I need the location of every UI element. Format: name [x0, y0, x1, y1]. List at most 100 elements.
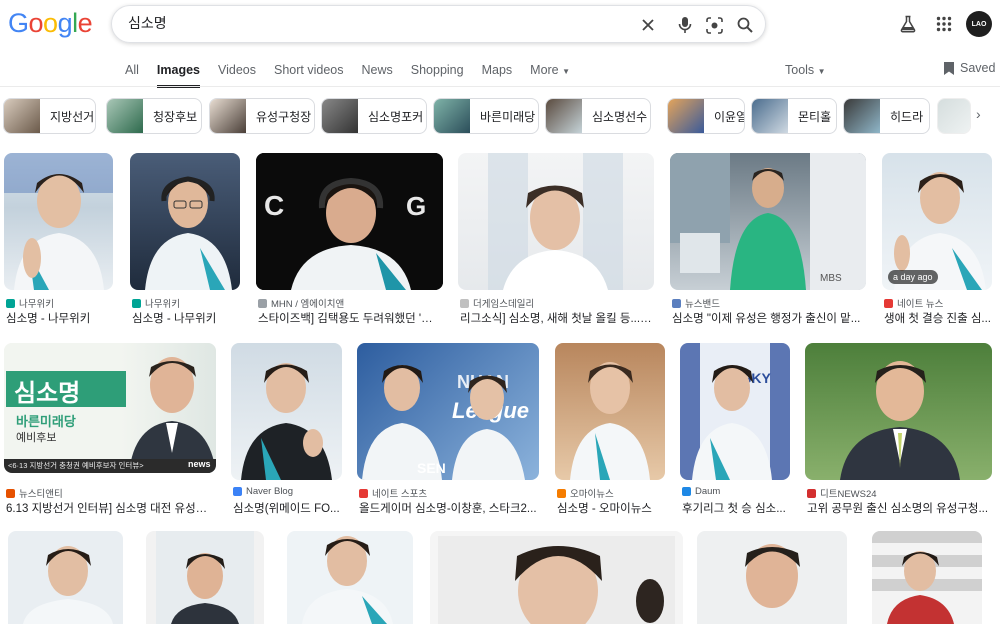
image-title[interactable]: 6.13 지방선거 인터뷰] 심소명 대전 유성구... [6, 500, 214, 516]
image-result[interactable]: a day ago [882, 153, 992, 290]
image-title[interactable]: 스타이즈백] 김택용도 두려워했던 '맹 ... [258, 310, 441, 326]
search-icon[interactable] [736, 16, 754, 34]
image-title[interactable]: 심소명 "이제 유성은 행정가 출신이 맡... [672, 310, 864, 326]
source-label: 뉴스밴드 [685, 299, 720, 310]
source-label: 나무위키 [19, 299, 54, 310]
poster-name: 심소명 [14, 380, 81, 407]
tab-short-videos[interactable]: Short videos [274, 61, 343, 88]
image-result[interactable]: CG [256, 153, 443, 290]
image-source[interactable]: 나무위키 [6, 296, 111, 310]
image-result[interactable] [458, 153, 654, 290]
tools-label: Tools [785, 63, 815, 77]
chip-7[interactable]: 이윤열 [667, 98, 745, 134]
account-avatar[interactable]: LAO [966, 11, 992, 37]
chip-4[interactable]: 심소명포커 [321, 98, 427, 134]
logo-letter: G [8, 8, 29, 38]
chip-6[interactable]: 심소명선수 [545, 98, 651, 134]
chip-partial[interactable] [937, 98, 971, 134]
svg-text:SEN: SEN [417, 460, 446, 476]
image-source[interactable]: Naver Blog [233, 486, 341, 497]
chip-thumb [4, 99, 40, 133]
tab-maps[interactable]: Maps [482, 61, 513, 88]
mic-icon[interactable] [676, 16, 694, 34]
tab-all[interactable]: All [125, 61, 139, 88]
svg-text:G: G [406, 191, 426, 221]
chip-3[interactable]: 유성구청장 [209, 98, 315, 134]
image-result[interactable] [146, 531, 264, 624]
chip-label: 청장후보 [153, 109, 198, 124]
image-result[interactable] [130, 153, 240, 290]
clear-icon[interactable] [639, 16, 657, 34]
image-source[interactable]: Daum [682, 486, 790, 497]
tab-more-label: More [530, 63, 559, 77]
tab-shopping[interactable]: Shopping [411, 61, 464, 88]
tab-images[interactable]: Images [156, 61, 200, 88]
image-title[interactable]: 심소명 - 나무위키 [6, 310, 111, 326]
image-title[interactable]: 후기리그 첫 승 심소... [682, 500, 790, 516]
image-result[interactable] [555, 343, 665, 480]
apps-grid-icon[interactable] [932, 12, 956, 36]
image-source[interactable]: MHN / 엠에이치앤 [258, 296, 441, 310]
image-result[interactable]: NHANLeagueSEN [357, 343, 539, 480]
image-source[interactable]: 더게임스데일리 [460, 296, 652, 310]
time-badge: a day ago [888, 270, 938, 284]
tools-button[interactable]: Tools ▼ [785, 63, 826, 77]
image-source[interactable]: 뉴스밴드 [672, 296, 864, 310]
image-source[interactable]: 오마이뉴스 [557, 486, 665, 500]
image-result[interactable] [231, 343, 342, 480]
svg-text:C: C [264, 190, 284, 221]
tab-more[interactable]: More ▼ [530, 61, 570, 88]
saved-button[interactable]: Saved [944, 61, 995, 75]
source-label: 네이트 뉴스 [897, 299, 944, 310]
image-result[interactable] [4, 153, 113, 290]
chip-8[interactable]: 몬티홀 [751, 98, 837, 134]
image-source[interactable]: 네이트 뉴스 [884, 296, 994, 310]
chip-9[interactable]: 히드라 [843, 98, 930, 134]
favicon-icon [132, 298, 141, 308]
svg-text:MBS: MBS [820, 273, 842, 284]
caret-down-icon: ▼ [817, 67, 826, 76]
image-title[interactable]: 심소명 - 오마이뉴스 [557, 500, 665, 516]
image-source[interactable]: 디트NEWS24 [807, 486, 992, 500]
image-title[interactable]: 생애 첫 결승 진출 심... [884, 310, 994, 326]
tab-videos[interactable]: Videos [218, 61, 256, 88]
search-input[interactable] [126, 14, 610, 32]
image-title[interactable]: 고위 공무원 출신 심소명의 유성구청... [807, 500, 992, 516]
chip-1[interactable]: 지방선거 [3, 98, 96, 134]
image-source[interactable]: 네이트 스포츠 [359, 486, 537, 500]
image-result[interactable] [697, 531, 847, 624]
image-title[interactable]: 리그소식] 심소명, 새해 첫날 올킬 등... <... [460, 310, 652, 326]
image-source[interactable]: 뉴스티앤티 [6, 486, 214, 500]
image-title[interactable]: 올드게이머 심소명-이창훈, 스타크2... [359, 500, 537, 516]
image-title[interactable]: 심소명 - 나무위키 [132, 310, 237, 326]
chip-label: 지방선거 [50, 109, 95, 124]
image-title[interactable]: 심소명(위메이드 FO... [233, 500, 341, 516]
chip-label: 몬티홀 [798, 109, 832, 124]
chip-5[interactable]: 바른미래당 [433, 98, 539, 134]
image-source[interactable]: 나무위키 [132, 296, 237, 310]
favicon-icon [6, 488, 15, 498]
image-result[interactable]: MBS [670, 153, 866, 290]
lens-icon[interactable] [705, 16, 723, 34]
google-logo[interactable]: Google [8, 8, 93, 39]
chip-thumb [938, 99, 970, 133]
saved-label: Saved [960, 61, 996, 75]
image-result[interactable]: SKY [680, 343, 790, 480]
image-result[interactable] [872, 531, 982, 624]
image-result[interactable]: 심소명 바른미래당 예비후보 <6·13 지방선거 충청권 예비후보자 인터뷰>… [4, 343, 216, 473]
labs-flask-icon[interactable] [896, 12, 920, 36]
logo-letter: o [28, 8, 44, 38]
favicon-icon [6, 298, 15, 308]
image-result[interactable] [8, 531, 123, 624]
poster-caption: <6·13 지방선거 충청권 예비후보자 인터뷰> [8, 461, 144, 470]
chip-thumb [668, 99, 704, 133]
image-result[interactable] [430, 531, 683, 624]
tabs-divider [0, 86, 1000, 87]
image-result[interactable] [805, 343, 992, 480]
tab-news[interactable]: News [361, 61, 392, 88]
chevron-right-icon[interactable]: › [976, 106, 981, 122]
chip-2[interactable]: 청장후보 [106, 98, 202, 134]
image-result[interactable] [287, 531, 413, 624]
source-label: Naver Blog [246, 486, 293, 497]
chip-label: 심소명선수 [592, 109, 648, 124]
